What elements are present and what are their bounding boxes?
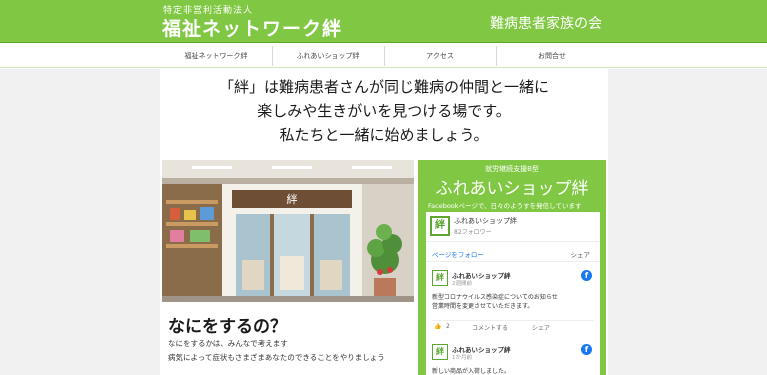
tagline-line-1: 「絆」は難病患者さんが同じ難病の仲間と一緒に <box>218 78 549 96</box>
nav-item-shop[interactable]: ふれあいショップ絆 <box>272 44 384 68</box>
facebook-post-text: 新しい商品が入荷しました。 <box>432 368 511 375</box>
site-logo-title[interactable]: 福祉ネットワーク絆 <box>162 14 342 41</box>
nav-item-access[interactable]: アクセス <box>384 44 496 68</box>
facebook-post-actions: 👍 2 コメントする シェア <box>432 320 594 332</box>
site-subtitle: 難病患者家族の会 <box>490 16 602 32</box>
facebook-page-header[interactable]: 絆 ふれあいショップ絆 82フォロワー <box>426 212 600 242</box>
facebook-comment-button[interactable]: コメントする <box>472 323 508 332</box>
tagline-line-2: 楽しみや生きがいを見つける場です。 <box>257 102 511 120</box>
facebook-post-avatar[interactable]: 絆 <box>432 270 448 286</box>
facebook-like-count: 2 <box>446 323 450 330</box>
facebook-widget[interactable]: 絆 ふれあいショップ絆 82フォロワー ページをフォロー シェア 絆 ふれあいシ… <box>426 212 600 375</box>
section-text-what-2: 病気によって症状もさまざまあなたのできることをやりましょう <box>168 353 385 362</box>
shop-facebook-note: Facebookページで、日々のようすを発信しています <box>428 202 582 210</box>
facebook-share-button[interactable]: シェア <box>571 249 591 259</box>
site-header: 特定非営利活動法人 福祉ネットワーク絆 難病患者家族の会 <box>0 0 767 43</box>
store-sign-text: 絆 <box>287 192 298 206</box>
facebook-page-name[interactable]: ふれあいショップ絆 <box>454 216 517 226</box>
nav-item-network[interactable]: 福祉ネットワーク絆 <box>160 44 272 68</box>
facebook-actions-bar: ページをフォロー シェア <box>426 248 600 262</box>
facebook-post[interactable]: 絆 ふれあいショップ絆 1か月前 f 新しい商品が入荷しました。 <box>432 344 594 375</box>
facebook-followers: 82フォロワー <box>454 229 492 236</box>
like-icon[interactable]: 👍 <box>434 323 441 330</box>
section-title-what: なにをするの？ <box>168 317 287 337</box>
tagline: 「絆」は難病患者さんが同じ難病の仲間と一緒に 楽しみや生きがいを見つける場です。… <box>160 75 608 147</box>
facebook-icon: f <box>581 270 592 281</box>
shop-photo: 絆 <box>162 160 414 302</box>
facebook-post-share-button[interactable]: シェア <box>532 323 550 332</box>
facebook-post-text: 新型コロナウイルス感染症についてのお知らせ <box>432 294 558 301</box>
facebook-icon: f <box>581 344 592 355</box>
shop-panel: 就労継続支援B型 ふれあいショップ絆 Facebookページで、日々のようすを発… <box>418 160 606 375</box>
shop-title[interactable]: ふれあいショップ絆 <box>418 174 606 199</box>
section-text-what-1: なにをするかは、みんなで考えます <box>168 339 288 348</box>
facebook-post-text: 営業時間を変更させていただきます。 <box>432 303 534 310</box>
facebook-post-avatar[interactable]: 絆 <box>432 344 448 360</box>
facebook-follow-button[interactable]: ページをフォロー <box>432 249 484 259</box>
nav-item-contact[interactable]: お問合せ <box>496 44 608 68</box>
shop-subtitle: 就労継続支援B型 <box>485 165 539 173</box>
facebook-post-time[interactable]: 2週間前 <box>452 279 472 287</box>
main-nav: 福祉ネットワーク絆 ふれあいショップ絆 アクセス お問合せ <box>0 44 767 68</box>
facebook-post[interactable]: 絆 ふれあいショップ絆 2週間前 f 新型コロナウイルス感染症についてのお知らせ… <box>432 270 594 340</box>
tagline-line-3: 私たちと一緒に始めましょう。 <box>279 126 489 144</box>
facebook-post-time[interactable]: 1か月前 <box>452 353 472 361</box>
shop-storefront-image: 絆 <box>162 160 414 302</box>
facebook-page-logo[interactable]: 絆 <box>430 216 450 236</box>
